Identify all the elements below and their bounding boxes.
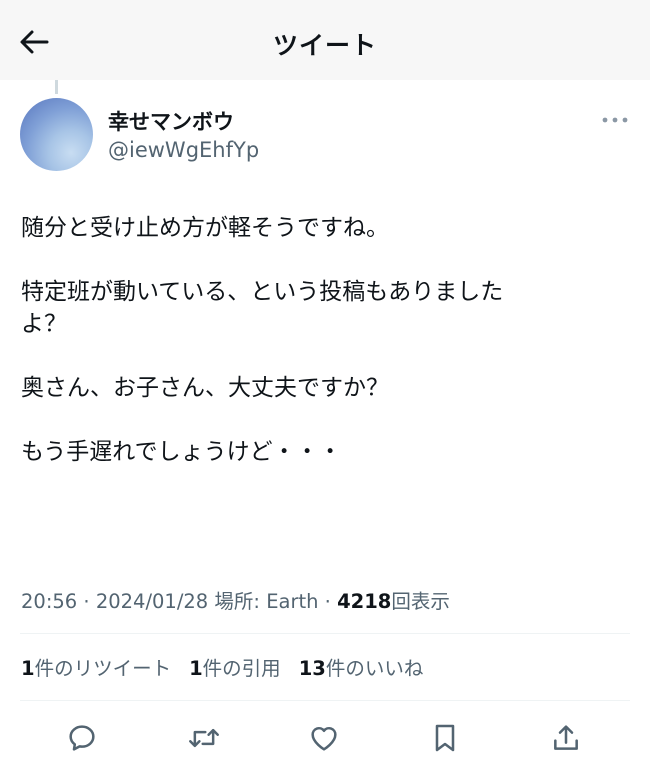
quotes-count: 1: [189, 657, 203, 680]
quotes-stat[interactable]: 1件の引用: [189, 652, 281, 681]
tweet-body: 随分と受け止め方が軽そうですね。 特定班が動いている、という投稿もありました よ…: [21, 212, 621, 500]
share-button[interactable]: [546, 718, 586, 758]
tweet-paragraph: 奥さん、お子さん、大丈夫ですか？: [21, 375, 389, 401]
reply-button[interactable]: [62, 718, 102, 758]
views-count: 4218: [337, 590, 392, 613]
location-label: 場所:: [208, 590, 267, 613]
tweet-paragraph: もう手遅れでしょうけど・・・: [21, 439, 342, 465]
tweet-paragraph: 随分と受け止め方が軽そうですね。: [21, 215, 389, 241]
author-display-name[interactable]: 幸せマンボウ: [108, 106, 234, 136]
divider: [20, 633, 630, 634]
tweet-meta: 20:56 · 2024/01/28 場所: Earth · 4218回表示: [21, 585, 450, 614]
avatar[interactable]: [20, 98, 93, 171]
tweet-paragraph: 特定班が動いている、という投稿もありました よ？: [21, 279, 504, 337]
meta-separator: ·: [77, 590, 96, 613]
heart-icon: [311, 726, 337, 751]
author-handle[interactable]: @iewWgEhfYp: [108, 138, 259, 162]
bookmark-button[interactable]: [425, 718, 465, 758]
thread-connector: [55, 80, 58, 94]
retweets-stat[interactable]: 1件のリツイート: [21, 652, 171, 681]
likes-stat[interactable]: 13件のいいね: [299, 652, 424, 681]
like-button[interactable]: [304, 718, 344, 758]
more-horizontal-icon: [602, 117, 628, 123]
tweet-date[interactable]: 2024/01/28: [96, 590, 208, 613]
reply-icon: [69, 725, 95, 751]
retweet-button[interactable]: [184, 718, 224, 758]
likes-count: 13: [298, 657, 326, 680]
retweet-icon: [189, 728, 219, 748]
page-title: ツイート: [272, 31, 377, 60]
views-label: 回表示: [391, 590, 450, 613]
retweets-label: 件のリツイート: [34, 657, 172, 680]
tweet-time[interactable]: 20:56: [21, 590, 77, 613]
engagement-stats: 1件のリツイート 1件の引用 13件のいいね: [21, 652, 441, 681]
meta-separator: ·: [318, 590, 338, 613]
divider: [20, 700, 630, 701]
more-options-button[interactable]: [600, 110, 630, 130]
likes-label: 件のいいね: [325, 657, 424, 680]
share-icon: [554, 725, 578, 750]
quotes-label: 件の引用: [202, 657, 281, 680]
top-bar: ツイート: [0, 0, 650, 80]
bookmark-icon: [435, 724, 455, 752]
location-value: Earth: [266, 590, 319, 613]
retweets-count: 1: [21, 657, 35, 680]
action-bar: [0, 718, 650, 758]
